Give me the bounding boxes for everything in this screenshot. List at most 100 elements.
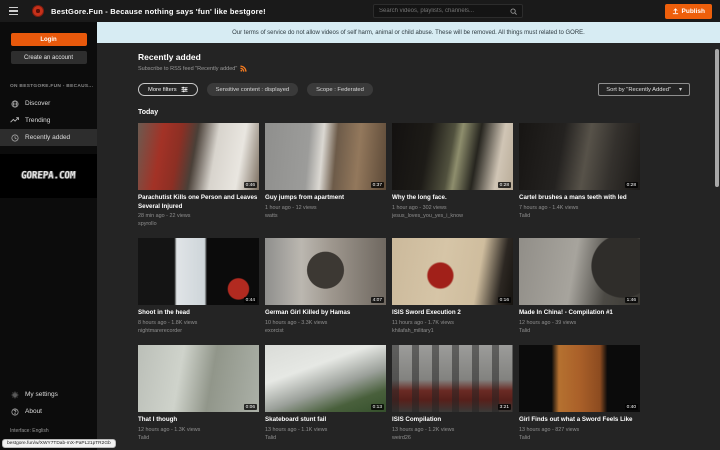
sidebar-item-discover[interactable]: Discover <box>0 95 97 112</box>
video-channel[interactable]: jesus_loves_you_yes_i_know <box>392 213 513 219</box>
video-thumbnail[interactable]: 3:21 <box>392 345 513 412</box>
trending-icon <box>10 116 19 125</box>
more-filters-label: More filters <box>148 87 177 93</box>
more-filters-button[interactable]: More filters <box>138 83 198 96</box>
video-channel[interactable]: Talid <box>138 435 259 441</box>
video-thumbnail[interactable]: 0:40 <box>519 345 640 412</box>
upload-icon <box>672 8 679 15</box>
video-channel[interactable]: spyrollo <box>138 221 259 227</box>
create-account-button[interactable]: Create an account <box>11 51 87 64</box>
duration-badge: 3:21 <box>498 404 511 410</box>
video-thumbnail[interactable]: 0:46 <box>138 123 259 190</box>
sidebar-item-label: My settings <box>25 391 58 398</box>
video-meta: 13 hours ago - 1.1K views <box>265 427 386 433</box>
site-title[interactable]: BestGore.Fun - Because nothing says 'fun… <box>51 7 266 16</box>
ad-banner[interactable]: GOREPA.COM <box>0 154 97 198</box>
chevron-down-icon: ▾ <box>679 86 682 93</box>
duration-badge: 4:07 <box>371 297 384 303</box>
video-meta: 28 min ago - 22 views <box>138 213 259 219</box>
rss-link-label: Subscribe to RSS feed "Recently added" <box>138 66 237 72</box>
search-input[interactable] <box>374 8 510 14</box>
video-card: 3:21 ISIS Compilation 13 hours ago - 1.2… <box>392 345 513 441</box>
search-icon[interactable] <box>510 8 517 15</box>
video-thumbnail[interactable]: 0:06 <box>138 345 259 412</box>
video-channel[interactable]: Talid <box>519 213 640 219</box>
video-thumbnail[interactable]: 0:28 <box>392 123 513 190</box>
video-title[interactable]: Made In China! - Compilation #1 <box>519 309 640 318</box>
video-card: 0:06 That I though 12 hours ago - 1.3K v… <box>138 345 259 441</box>
help-icon <box>10 407 19 416</box>
publish-button[interactable]: Publish <box>665 4 712 19</box>
video-card: 0:46 Parachutist Kills one Person and Le… <box>138 123 259 227</box>
video-channel[interactable]: nightmarerecorder <box>138 328 259 334</box>
video-title[interactable]: Cartel brushes a mans teeth with led <box>519 194 640 203</box>
video-channel[interactable]: khilafah_military1 <box>392 328 513 334</box>
terms-banner: Our terms of service do not allow videos… <box>97 22 720 43</box>
page-title: Recently added <box>138 52 720 62</box>
sidebar-section-label: ON BESTGORE.FUN - BECAUS... <box>10 84 97 89</box>
interface-language-link[interactable]: Interface: English <box>0 428 97 434</box>
sidebar-item-trending[interactable]: Trending <box>0 112 97 129</box>
video-channel[interactable]: Talid <box>519 435 640 441</box>
duration-badge: 0:44 <box>244 297 257 303</box>
rss-subscribe-link[interactable]: Subscribe to RSS feed "Recently added" <box>138 65 720 72</box>
sidebar-item-about[interactable]: About <box>0 403 97 420</box>
video-title[interactable]: Shoot in the head <box>138 309 259 318</box>
video-card: 0:28 Cartel brushes a mans teeth with le… <box>519 123 640 227</box>
video-title[interactable]: Guy jumps from apartment <box>265 194 386 203</box>
main-area: Our terms of service do not allow videos… <box>97 22 720 450</box>
menu-icon[interactable] <box>9 7 18 15</box>
video-meta: 12 hours ago - 39 views <box>519 320 640 326</box>
video-thumbnail[interactable]: 1:46 <box>519 238 640 305</box>
publish-button-label: Publish <box>682 8 705 15</box>
video-title[interactable]: Parachutist Kills one Person and Leaves … <box>138 194 259 211</box>
video-title[interactable]: Girl Finds out what a Sword Feels Like <box>519 416 640 425</box>
login-button[interactable]: Login <box>11 33 87 46</box>
video-meta: 12 hours ago - 1.3K views <box>138 427 259 433</box>
scrollbar[interactable] <box>715 49 719 187</box>
video-title[interactable]: Why the long face. <box>392 194 513 203</box>
sort-dropdown-label: Sort by "Recently Added" <box>606 87 671 93</box>
site-logo-icon[interactable] <box>32 5 44 17</box>
video-meta: 8 hours ago - 1.8K views <box>138 320 259 326</box>
video-meta: 11 hours ago - 1.7K views <box>392 320 513 326</box>
video-channel[interactable]: watts <box>265 213 386 219</box>
video-channel[interactable]: Talid <box>519 328 640 334</box>
video-meta: 1 hour ago - 12 views <box>265 205 386 211</box>
duration-badge: 0:06 <box>244 404 257 410</box>
filter-toolbar: More filters Sensitive content : display… <box>138 83 720 96</box>
video-title[interactable]: That I though <box>138 416 259 425</box>
video-thumbnail[interactable]: 0:13 <box>265 345 386 412</box>
duration-badge: 0:37 <box>371 182 384 188</box>
video-title[interactable]: ISIS Compilation <box>392 416 513 425</box>
video-channel[interactable]: Talid <box>265 435 386 441</box>
sidebar-item-my-settings[interactable]: My settings <box>0 386 97 403</box>
sensitive-content-filter-badge[interactable]: Sensitive content : displayed <box>207 83 298 96</box>
video-title[interactable]: ISIS Sword Execution 2 <box>392 309 513 318</box>
video-title[interactable]: Skateboard stunt fail <box>265 416 386 425</box>
video-thumbnail[interactable]: 0:37 <box>265 123 386 190</box>
video-title[interactable]: German Girl Killed by Hamas <box>265 309 386 318</box>
video-thumbnail[interactable]: 0:28 <box>519 123 640 190</box>
content: Recently added Subscribe to RSS feed "Re… <box>97 43 720 441</box>
video-thumbnail[interactable]: 0:16 <box>392 238 513 305</box>
video-channel[interactable]: exorcist <box>265 328 386 334</box>
sidebar-item-recently-added[interactable]: Recently added <box>0 129 97 146</box>
video-thumbnail[interactable]: 4:07 <box>265 238 386 305</box>
sidebar-item-label: Trending <box>25 117 50 124</box>
ad-banner-text: GOREPA.COM <box>21 170 76 182</box>
video-meta: 1 hour ago - 302 views <box>392 205 513 211</box>
sort-dropdown[interactable]: Sort by "Recently Added" ▾ <box>598 83 690 96</box>
search-bar[interactable] <box>373 4 523 18</box>
scope-filter-badge[interactable]: Scope : Federated <box>307 83 373 96</box>
duration-badge: 0:46 <box>244 182 257 188</box>
video-card: 0:16 ISIS Sword Execution 2 11 hours ago… <box>392 238 513 334</box>
video-card: 0:40 Girl Finds out what a Sword Feels L… <box>519 345 640 441</box>
video-thumbnail[interactable]: 0:44 <box>138 238 259 305</box>
video-meta: 13 hours ago - 827 views <box>519 427 640 433</box>
video-channel[interactable]: weird26 <box>392 435 513 441</box>
sidebar: Login Create an account ON BESTGORE.FUN … <box>0 22 97 450</box>
video-card: 0:13 Skateboard stunt fail 13 hours ago … <box>265 345 386 441</box>
sidebar-item-label: Recently added <box>25 134 70 141</box>
duration-badge: 1:46 <box>625 297 638 303</box>
